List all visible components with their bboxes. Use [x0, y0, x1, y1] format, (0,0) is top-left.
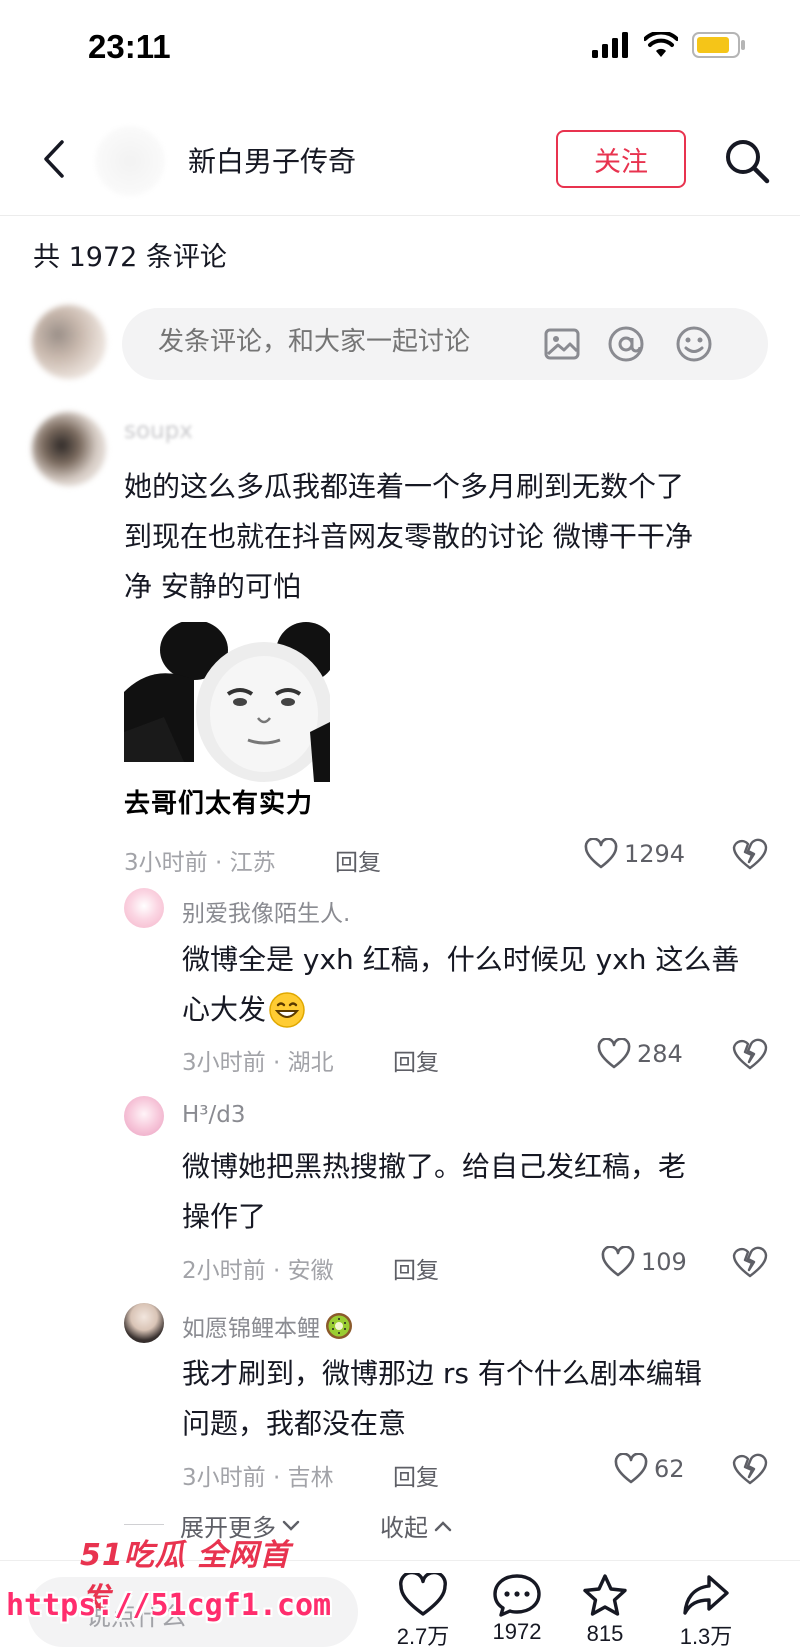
comment-username[interactable]: 别爱我像陌生人.	[182, 894, 350, 928]
search-icon	[726, 140, 770, 184]
wifi-icon	[644, 32, 678, 57]
comment-bubble-icon	[493, 1574, 541, 1617]
heart-icon	[584, 838, 618, 869]
collapse-button[interactable]: 收起	[380, 1508, 452, 1543]
star-icon	[583, 1574, 627, 1616]
like-count: 109	[641, 1248, 687, 1276]
video-favorite-count: 815	[586, 1621, 624, 1646]
site-watermark: 51吃瓜 全网首发 https://51cgf1.com	[0, 1530, 331, 1650]
meme-caption: 去哥们太有实力	[124, 789, 314, 819]
dislike-broken-heart-icon[interactable]	[732, 1451, 768, 1487]
follow-button[interactable]: 关注	[556, 130, 686, 188]
dislike-broken-heart-icon[interactable]	[732, 1036, 768, 1072]
like-count: 284	[637, 1040, 683, 1068]
like-button[interactable]: 109	[601, 1246, 687, 1278]
like-count: 62	[654, 1455, 685, 1483]
video-like-button[interactable]: 2.7万	[383, 1573, 463, 1650]
comment-composer[interactable]	[122, 308, 768, 380]
cellular-signal-icon	[592, 32, 628, 58]
heart-icon	[601, 1246, 635, 1277]
page-title: 新白男子传奇	[188, 145, 357, 178]
back-button[interactable]	[34, 134, 74, 184]
reply-button[interactable]: 回复	[335, 843, 381, 877]
like-button[interactable]: 62	[614, 1453, 685, 1485]
comment-time-location: 3小时前 · 湖北	[182, 1050, 334, 1076]
commenter-avatar[interactable]	[124, 1303, 164, 1343]
meme-sticker-image[interactable]: 去哥们太有实力	[124, 622, 330, 820]
like-button[interactable]: 1294	[584, 838, 685, 870]
reply-button[interactable]: 回复	[393, 1251, 439, 1285]
video-like-count: 2.7万	[396, 1624, 450, 1649]
my-avatar	[32, 305, 106, 379]
comment-username[interactable]: soupx	[124, 418, 193, 444]
video-comment-button[interactable]: 1972	[477, 1573, 557, 1645]
video-comment-count: 1972	[492, 1619, 542, 1644]
comment-count: 共 1972 条评论	[33, 242, 227, 273]
status-time: 23:11	[88, 28, 171, 65]
comment-text: 她的这么多瓜我都连着一个多月刷到无数个了 到现在也就在抖音网友零散的讨论 微博干…	[124, 470, 693, 603]
status-bar: 23:11	[0, 0, 800, 100]
video-favorite-button[interactable]: 815	[565, 1573, 645, 1647]
status-icons	[592, 32, 746, 58]
dislike-broken-heart-icon[interactable]	[732, 1244, 768, 1280]
heart-icon	[399, 1573, 447, 1616]
share-arrow-icon	[683, 1575, 729, 1615]
commenter-avatar[interactable]	[32, 412, 106, 486]
at-mention-icon[interactable]	[606, 324, 646, 364]
comment-username[interactable]: H³/d3	[182, 1102, 246, 1128]
like-button[interactable]: 284	[597, 1038, 683, 1070]
comment-time-location: 2小时前 · 安徽	[182, 1258, 334, 1284]
chevron-left-icon	[44, 140, 64, 178]
commenter-avatar[interactable]	[124, 888, 164, 928]
image-icon[interactable]	[542, 324, 582, 364]
comment-username[interactable]: 如愿锦鲤本鲤	[182, 1309, 354, 1343]
video-share-count: 1.3万	[679, 1624, 733, 1649]
grinning-emoji-icon	[269, 992, 305, 1028]
comment-text: 我才刷到，微博那边 rs 有个什么剧本编辑 问题，我都没在意	[182, 1357, 702, 1440]
emoji-icon[interactable]	[674, 324, 714, 364]
kiwi-fruit-emoji-icon	[326, 1313, 352, 1339]
search-button[interactable]	[722, 136, 772, 186]
comment-input[interactable]	[158, 327, 538, 357]
heart-icon	[597, 1038, 631, 1069]
commenter-avatar[interactable]	[124, 1096, 164, 1136]
like-count: 1294	[624, 840, 686, 868]
battery-icon	[692, 32, 745, 58]
heart-icon	[614, 1453, 648, 1484]
top-navigation: 新白男子传奇 关注	[0, 110, 800, 216]
panda-meme-icon	[124, 622, 330, 782]
author-avatar[interactable]	[95, 126, 165, 196]
comment-time-location: 3小时前 · 吉林	[182, 1465, 334, 1491]
watermark-url: https://51cgf1.com	[6, 1588, 332, 1623]
reply-button[interactable]: 回复	[393, 1043, 439, 1077]
comment-time-location: 3小时前 · 江苏	[124, 850, 276, 876]
comment-text: 微博全是 yxh 红稿，什么时候见 yxh 这么善 心大发	[182, 935, 772, 1035]
chevron-up-icon	[434, 1520, 452, 1531]
dislike-broken-heart-icon[interactable]	[732, 836, 768, 872]
comment-text: 微博她把黑热搜撤了。给自己发红稿，老 操作了	[182, 1150, 687, 1233]
divider-line	[124, 1524, 164, 1525]
reply-button[interactable]: 回复	[393, 1458, 439, 1492]
video-share-button[interactable]: 1.3万	[666, 1573, 746, 1650]
